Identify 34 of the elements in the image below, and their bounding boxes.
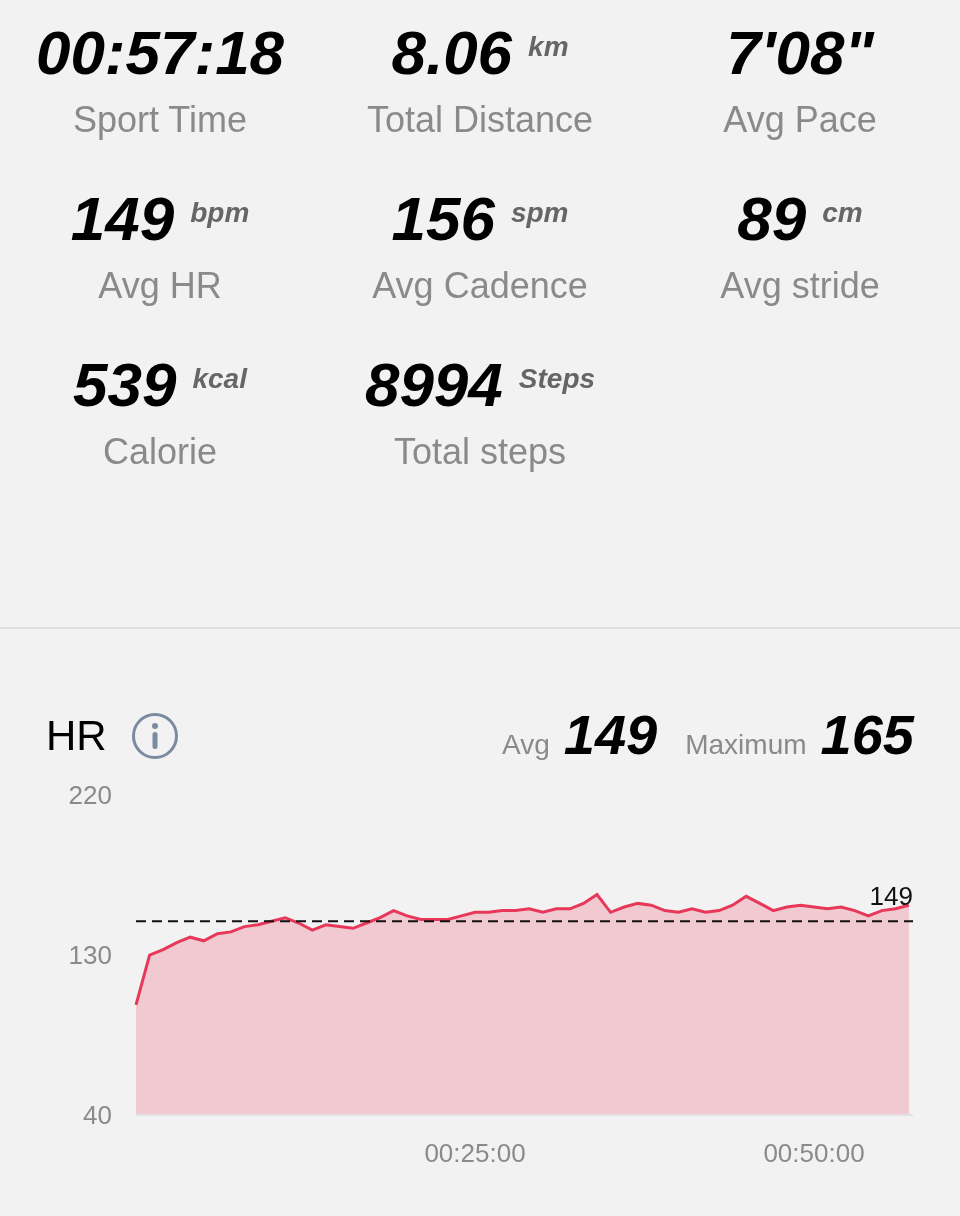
stat-value: 539 [73,354,177,416]
info-icon[interactable] [130,712,179,760]
stat-label: Avg Cadence [372,268,588,304]
stat-value: 156 [391,188,495,250]
avg-value: 149 [563,706,658,763]
stat-value: 89 [737,188,807,250]
stat-label: Avg Pace [723,102,877,138]
stat-value: 00:57:18 [35,22,285,84]
avg-label: Avg [502,727,550,762]
stat-value: 149 [70,188,175,250]
y-axis-label: 40 [83,1100,112,1130]
max-value: 165 [820,706,914,763]
stat-label: Total Distance [366,102,594,138]
y-axis-label: 130 [68,940,112,970]
max-label: Maximum [685,727,807,762]
x-axis-label: 00:50:00 [763,1138,865,1168]
stat-label: Sport Time [72,102,248,138]
stat-value: 7'08" [726,22,874,84]
stat-unit: bpm [190,199,250,227]
stat-value: 8.06 [391,22,513,84]
x-axis-label: 00:25:00 [424,1138,526,1168]
stat-label: Avg HR [98,268,222,304]
stat-value: 8994 [364,354,503,416]
stat-label: Calorie [102,434,217,470]
stat-unit: km [528,33,569,61]
stat-unit: kcal [192,365,247,393]
average-value: 149 [869,881,913,912]
chart-title: HR [46,715,107,757]
stat-unit: cm [822,199,863,227]
y-axis-label: 220 [68,780,112,810]
stat-unit: spm [510,199,569,227]
stat-unit: Steps [518,365,596,393]
stat-label: Total steps [393,434,567,470]
stat-label: Avg stride [720,268,880,304]
